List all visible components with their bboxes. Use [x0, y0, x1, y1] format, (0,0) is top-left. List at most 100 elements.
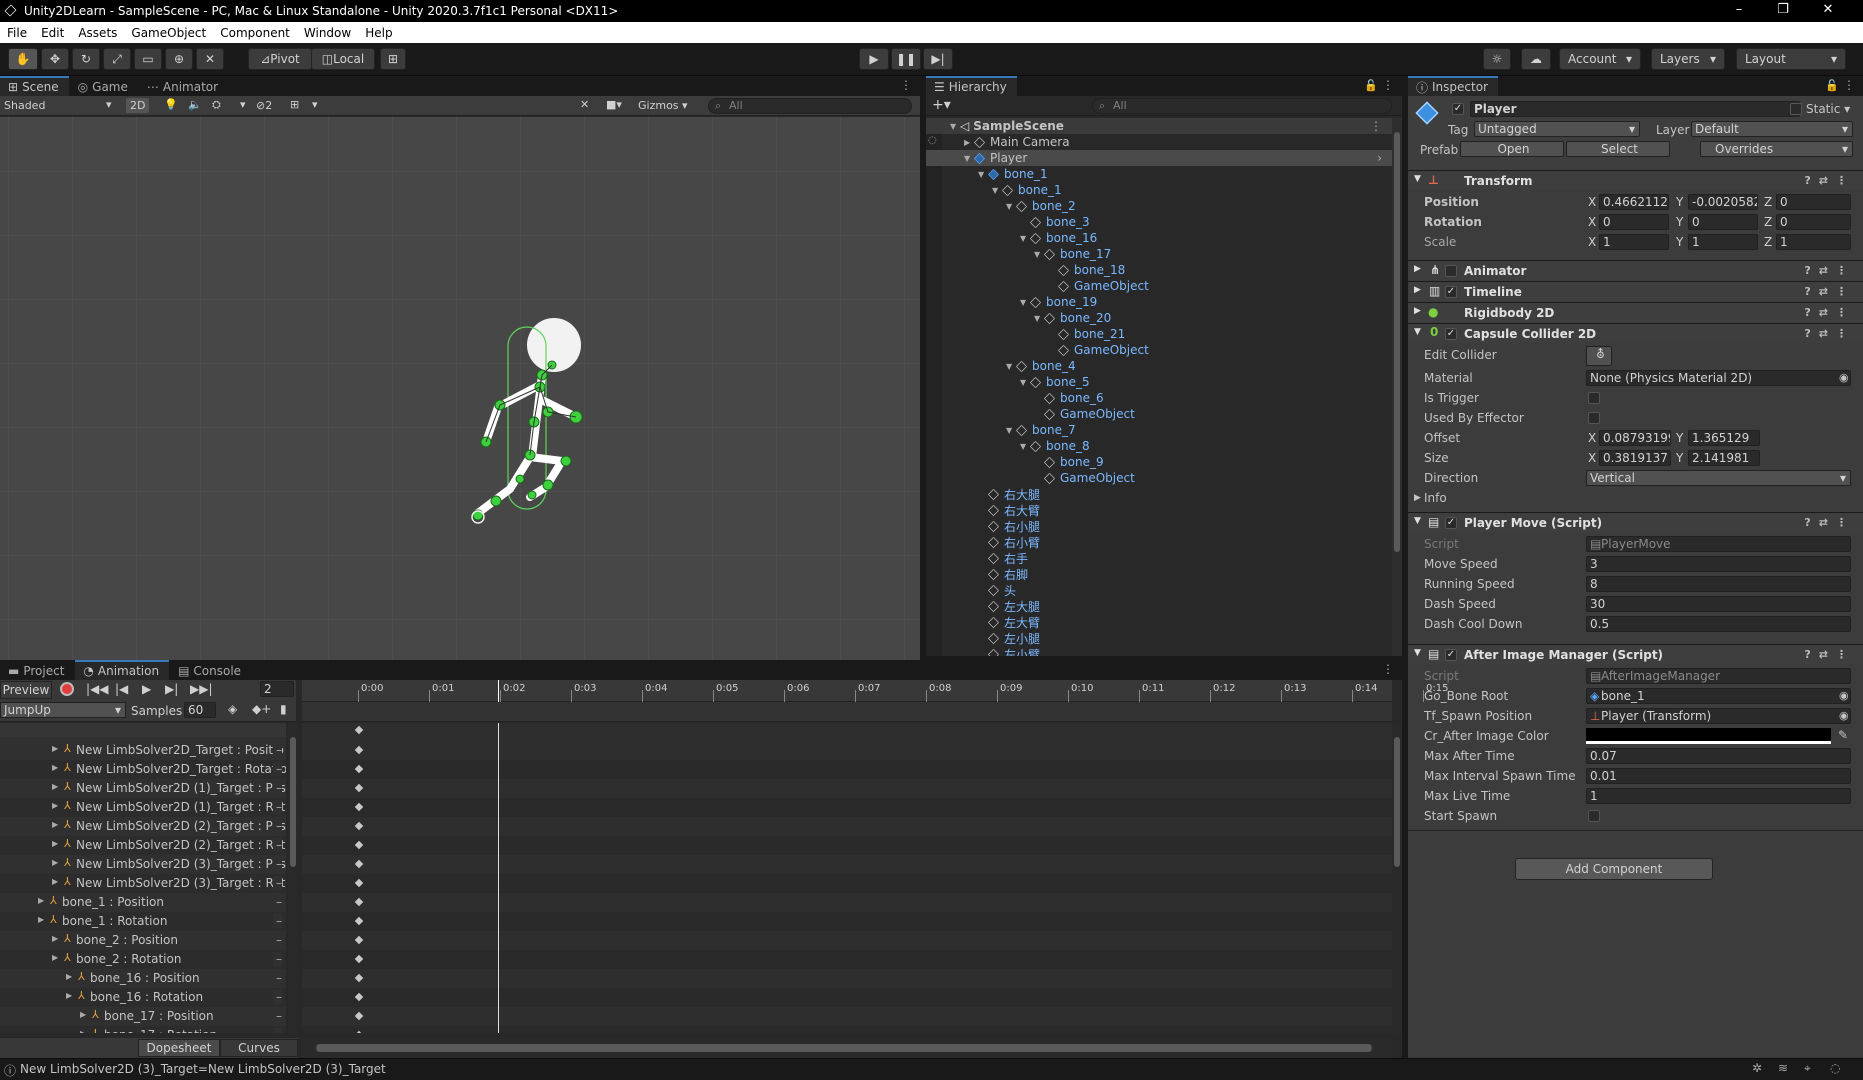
property-options-icon[interactable]: –	[273, 876, 282, 890]
hierarchy-item[interactable]: 右手	[926, 550, 1392, 566]
hierarchy-item[interactable]: GameObject	[926, 406, 1392, 422]
position-z-field[interactable]: 0	[1776, 194, 1851, 210]
chevron-right-icon[interactable]: ▶	[52, 801, 58, 810]
lighting-icon[interactable]: 💡	[164, 98, 178, 111]
info-foldout[interactable]: ▶ Info	[1408, 490, 1863, 507]
hierarchy-item[interactable]: 左小臂	[926, 646, 1392, 656]
rotation-z-field[interactable]: 0	[1776, 214, 1851, 230]
effects-icon[interactable]: ⛭	[212, 98, 221, 112]
gizmos-dropdown[interactable]: Gizmos ▾	[638, 99, 688, 112]
property-options-icon[interactable]: –	[273, 914, 282, 928]
property-options-icon[interactable]: –	[273, 1028, 282, 1033]
move-tool-button[interactable]: ✥	[41, 48, 69, 70]
animated-property-row[interactable]: ▶ ⅄ bone_17 : Rotation –	[0, 1026, 286, 1033]
player-move-header[interactable]: ▼ ▤ ✓ Player Move (Script) ?⇄⋮	[1408, 512, 1863, 532]
menu-assets[interactable]: Assets	[71, 26, 124, 40]
dopesheet-vscrollbar[interactable]	[1392, 723, 1402, 1033]
prefab-select-button[interactable]: Select	[1566, 141, 1670, 157]
dopesheet-row[interactable]	[302, 912, 1392, 931]
transform-header[interactable]: ▼ ⊥ Transform ?⇄⋮	[1408, 170, 1863, 190]
hierarchy-item[interactable]: ▼ bone_19	[926, 294, 1392, 310]
position-x-field[interactable]: 0.4662112	[1599, 194, 1669, 210]
chevron-right-icon[interactable]: ▶	[964, 138, 974, 147]
component-header-icons[interactable]: ?⇄⋮	[1804, 174, 1855, 187]
object-picker-icon[interactable]: ◉	[1839, 709, 1849, 722]
rect-tool-button[interactable]: ▭	[134, 48, 162, 70]
property-options-icon[interactable]: –	[273, 952, 282, 966]
tab-project[interactable]: ▬ Project	[0, 660, 75, 680]
collab-button[interactable]: ☼	[1483, 48, 1511, 70]
panel-menu-icon[interactable]: ⋮	[900, 78, 912, 92]
timeline-ruler[interactable]: 0:00 0:01 0:02 0:03 0:04 0:05 0:06 0:07 0:08 0:09…	[302, 680, 1448, 702]
chevron-down-icon[interactable]: ▼	[992, 186, 1002, 195]
move-speed-field[interactable]: 3	[1586, 556, 1851, 572]
hierarchy-item[interactable]: 右小腿	[926, 518, 1392, 534]
object-picker-icon[interactable]: ◉	[1839, 371, 1849, 384]
hierarchy-scrollbar[interactable]	[1392, 118, 1402, 656]
property-options-icon[interactable]: –	[273, 933, 282, 947]
component-header-icons[interactable]: ?⇄⋮	[1804, 648, 1855, 661]
hierarchy-item[interactable]: bone_6	[926, 390, 1392, 406]
camera-icon[interactable]: ■▾	[606, 98, 622, 111]
curves-tab[interactable]: Curves	[220, 1039, 298, 1057]
property-options-icon[interactable]: –	[273, 895, 282, 909]
chevron-down-icon[interactable]: ▼	[1006, 426, 1016, 435]
rotation-x-field[interactable]: 0	[1599, 214, 1669, 230]
hierarchy-item[interactable]: GameObject	[926, 470, 1392, 486]
hierarchy-item[interactable]: ▼ ◁ SampleScene ⋮	[926, 118, 1392, 134]
chevron-right-icon[interactable]: ▶	[52, 744, 58, 753]
menu-gameobject[interactable]: GameObject	[124, 26, 213, 40]
dopesheet-row[interactable]	[302, 1026, 1392, 1033]
running-speed-field[interactable]: 8	[1586, 576, 1851, 592]
size-y-field[interactable]: 2.141981	[1688, 450, 1760, 466]
hierarchy-item[interactable]: ▼ bone_2	[926, 198, 1392, 214]
add-keyframe-icon[interactable]: ◈	[228, 702, 237, 716]
property-scroll-thumb[interactable]	[290, 737, 296, 867]
property-options-icon[interactable]: –	[273, 781, 282, 795]
panel-menu-icon[interactable]: ⋮	[1382, 662, 1394, 676]
layout-dropdown[interactable]: Layout ▾	[1736, 48, 1846, 70]
tab-console[interactable]: ▤ Console	[170, 660, 252, 680]
audio-icon[interactable]: 🔈	[188, 98, 202, 111]
hierarchy-item[interactable]: bone_9	[926, 454, 1392, 470]
chevron-down-icon[interactable]: ▼	[1006, 202, 1016, 211]
dash-cool-down-field[interactable]: 0.5	[1586, 616, 1851, 632]
menu-help[interactable]: Help	[358, 26, 399, 40]
component-header-icons[interactable]: ?⇄⋮	[1804, 516, 1855, 529]
chevron-right-icon[interactable]: ▶	[66, 972, 72, 981]
animated-property-row[interactable]: ▶ ⅄ New LimbSolver2D_Target : Positio –	[0, 741, 286, 760]
tools-icon[interactable]: ✕	[580, 98, 589, 111]
chevron-right-icon[interactable]: ▶	[52, 820, 58, 829]
hierarchy-item[interactable]: 左大腿	[926, 598, 1392, 614]
used-by-effector-checkbox[interactable]	[1588, 412, 1600, 424]
chevron-right-icon[interactable]: ▶	[52, 877, 58, 886]
property-options-icon[interactable]: –	[273, 990, 282, 1004]
scale-x-field[interactable]: 1	[1599, 234, 1669, 250]
timeline-header[interactable]: ▶ ▥ ✓ Timeline ?⇄⋮	[1408, 281, 1863, 301]
hierarchy-item[interactable]: ▼ bone_17	[926, 246, 1392, 262]
size-x-field[interactable]: 0.3819137	[1599, 450, 1671, 466]
hierarchy-item[interactable]: bone_21	[926, 326, 1392, 342]
animated-property-row[interactable]: ▶ ⅄ bone_1 : Position –	[0, 893, 286, 912]
add-object-button[interactable]: +▾	[932, 97, 951, 113]
animator-header[interactable]: ▶ ⋔ Animator ?⇄⋮	[1408, 260, 1863, 280]
prefab-open-button[interactable]: Open	[1460, 141, 1564, 157]
animator-enabled-checkbox[interactable]	[1445, 265, 1457, 277]
static-checkbox[interactable]	[1790, 103, 1802, 115]
go-bone-root-field[interactable]: ◈ bone_1	[1586, 688, 1851, 704]
dopesheet-row[interactable]	[302, 779, 1392, 798]
hierarchy-item[interactable]: ▼ bone_5	[926, 374, 1392, 390]
scale-z-field[interactable]: 1	[1776, 234, 1851, 250]
animated-property-row[interactable]: ▶ ⅄ New LimbSolver2D (1)_Target : Positio –	[0, 779, 286, 798]
menu-edit[interactable]: Edit	[34, 26, 71, 40]
offset-x-field[interactable]: 0.08793199	[1599, 430, 1671, 446]
preview-toggle[interactable]: Preview	[0, 681, 52, 699]
playhead[interactable]	[498, 680, 499, 702]
rotate-tool-button[interactable]: ↻	[72, 48, 100, 70]
dopesheet-row[interactable]	[302, 950, 1392, 969]
hierarchy-item[interactable]: ▼ bone_8	[926, 438, 1392, 454]
event-icon[interactable]: ▮	[280, 702, 287, 716]
chevron-right-icon[interactable]: ▶	[66, 991, 72, 1000]
component-header-icons[interactable]: ?⇄⋮	[1804, 264, 1855, 277]
static-dropdown[interactable]: Static ▾	[1806, 102, 1850, 116]
